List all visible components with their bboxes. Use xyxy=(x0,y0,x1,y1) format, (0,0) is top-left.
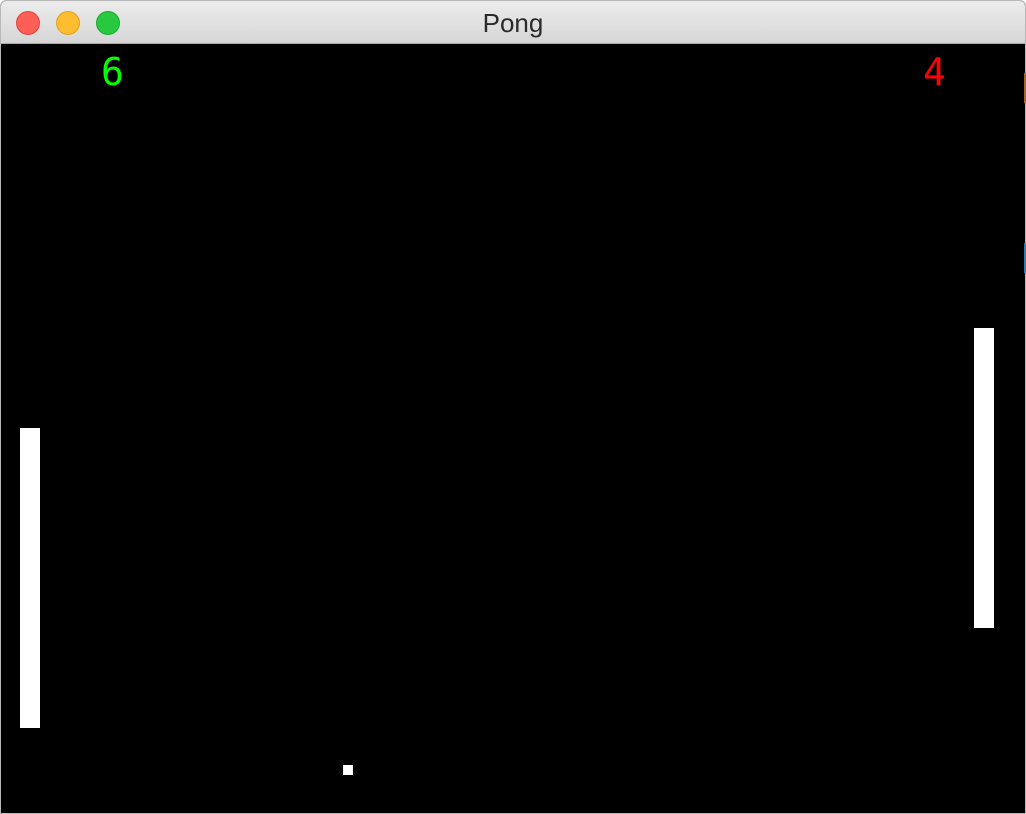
left-paddle xyxy=(20,428,40,728)
window-title: Pong xyxy=(482,8,544,38)
right-paddle xyxy=(974,328,994,628)
game-canvas[interactable]: 6 4 xyxy=(1,44,1025,813)
right-player-score: 4 xyxy=(923,50,946,94)
pong-window: Pong 6 4 xyxy=(0,0,1026,814)
left-player-score: 6 xyxy=(101,50,124,94)
title-bar[interactable]: Pong xyxy=(1,1,1025,44)
ball xyxy=(343,765,353,775)
